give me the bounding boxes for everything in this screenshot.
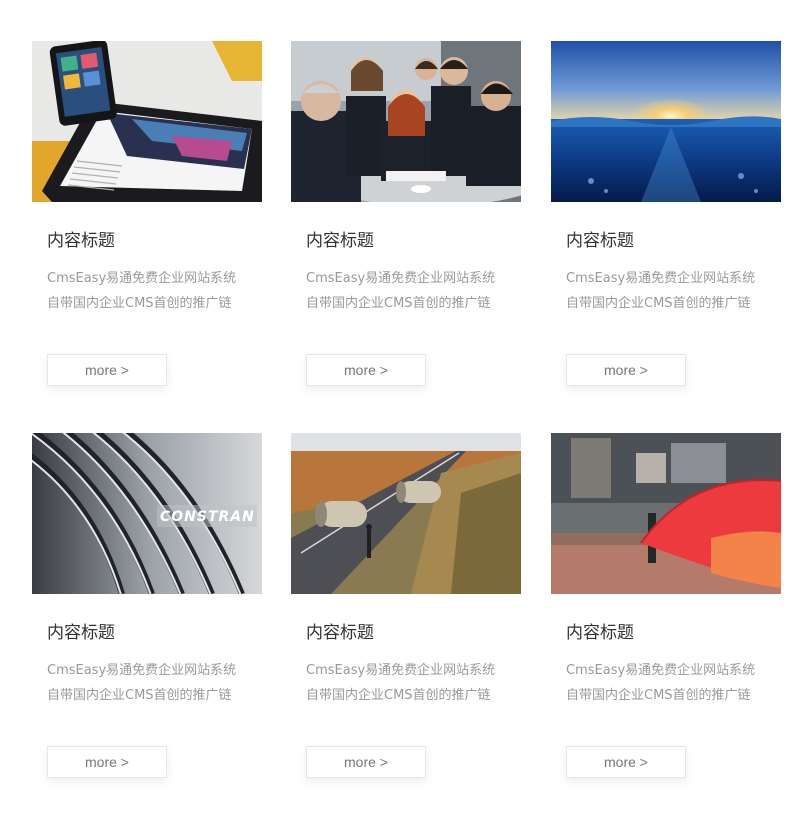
content-card: 内容标题 CmsEasy易通免费企业网站系统 自带国内企业CMS首创的推广链 m… [551,41,781,401]
card-description: CmsEasy易通免费企业网站系统 自带国内企业CMS首创的推广链 [566,658,771,708]
card-description-line: CmsEasy易通免费企业网站系统 [566,271,756,286]
content-card: CONSTRAN 内容标题 CmsEasy易通免费企业网站系统 自带国内企业CM… [32,433,262,793]
card-description-line: 自带国内企业CMS首创的推广链 [306,296,491,311]
road-field-pipes-image[interactable] [291,433,521,594]
card-title[interactable]: 内容标题 [47,622,262,644]
card-description-line: 自带国内企业CMS首创的推广链 [47,296,232,311]
card-description-line: CmsEasy易通免费企业网站系统 [306,271,496,286]
business-team-meeting-image[interactable] [291,41,521,202]
card-description-line: CmsEasy易通免费企业网站系统 [47,663,237,678]
more-button[interactable]: more > [47,746,167,778]
constran-architecture-image[interactable]: CONSTRAN [32,433,262,594]
card-description: CmsEasy易通免费企业网站系统 自带国内企业CMS首创的推广链 [306,658,511,708]
content-grid: 内容标题 CmsEasy易通免费企业网站系统 自带国内企业CMS首创的推广链 m… [0,0,809,814]
content-card: 内容标题 CmsEasy易通免费企业网站系统 自带国内企业CMS首创的推广链 m… [551,433,781,793]
more-button[interactable]: more > [47,354,167,386]
card-description: CmsEasy易通免费企业网站系统 自带国内企业CMS首创的推广链 [47,266,252,316]
card-description-line: CmsEasy易通免费企业网站系统 [566,663,756,678]
constran-logo-text: CONSTRAN [160,509,255,525]
card-description: CmsEasy易通免费企业网站系统 自带国内企业CMS首创的推广链 [566,266,771,316]
more-button[interactable]: more > [566,354,686,386]
tablet-and-phone-devices-image[interactable] [32,41,262,202]
card-title[interactable]: 内容标题 [566,230,781,252]
card-description: CmsEasy易通免费企业网站系统 自带国内企业CMS首创的推广链 [47,658,252,708]
content-card: 内容标题 CmsEasy易通免费企业网站系统 自带国内企业CMS首创的推广链 m… [291,41,521,401]
card-description-line: 自带国内企业CMS首创的推广链 [47,688,232,703]
card-description-line: 自带国内企业CMS首创的推广链 [566,296,751,311]
card-description-line: CmsEasy易通免费企业网站系统 [47,271,237,286]
ocean-sunrise-underwater-image[interactable] [551,41,781,202]
card-description: CmsEasy易通免费企业网站系统 自带国内企业CMS首创的推广链 [306,266,511,316]
card-title[interactable]: 内容标题 [306,622,521,644]
content-card: 内容标题 CmsEasy易通免费企业网站系统 自带国内企业CMS首创的推广链 m… [32,41,262,401]
more-button[interactable]: more > [306,746,426,778]
more-button[interactable]: more > [306,354,426,386]
content-card: 内容标题 CmsEasy易通免费企业网站系统 自带国内企业CMS首创的推广链 m… [291,433,521,793]
card-title[interactable]: 内容标题 [566,622,781,644]
more-button[interactable]: more > [566,746,686,778]
card-description-line: 自带国内企业CMS首创的推广链 [566,688,751,703]
red-umbrella-street-image[interactable] [551,433,781,594]
card-title[interactable]: 内容标题 [306,230,521,252]
card-description-line: 自带国内企业CMS首创的推广链 [306,688,491,703]
card-title[interactable]: 内容标题 [47,230,262,252]
card-description-line: CmsEasy易通免费企业网站系统 [306,663,496,678]
